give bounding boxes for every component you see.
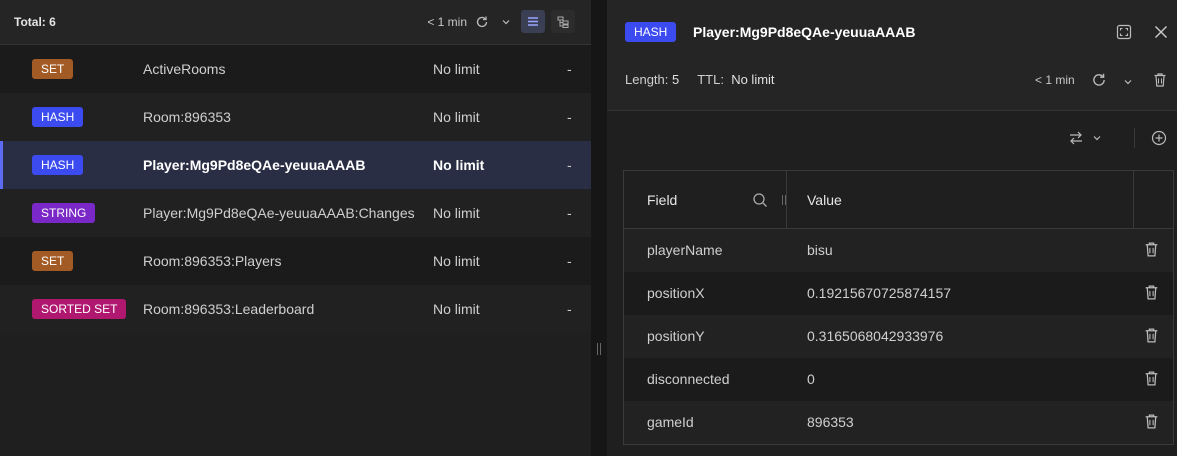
detail-refresh-label: < 1 min <box>1035 73 1075 87</box>
field-cell: disconnected <box>647 371 730 387</box>
key-type-badge: STRING <box>32 203 96 223</box>
key-name: Room:896353:Leaderboard <box>143 301 315 317</box>
table-row[interactable]: playerName bisu <box>624 229 1173 272</box>
key-type-badge: HASH <box>32 107 84 127</box>
add-icon[interactable] <box>1150 129 1168 147</box>
key-details-header: HASH Player:Mg9Pd8eQAe-yeuuaAAAB Length:… <box>607 0 1177 111</box>
table-row[interactable]: positionX 0.19215670725874157 <box>624 272 1173 315</box>
total-count: Total: 6 <box>14 15 56 29</box>
value-cell[interactable]: 0 <box>807 371 815 387</box>
field-cell: playerName <box>647 242 723 258</box>
hash-fields-table: Field Value playerName bisu positionX 0.… <box>623 170 1174 445</box>
swap-icon[interactable] <box>1067 129 1085 147</box>
ttl-value[interactable]: No limit <box>731 72 774 87</box>
key-type-badge: SET <box>32 251 74 271</box>
refresh-icon[interactable] <box>473 13 491 31</box>
list-view-button[interactable] <box>521 10 545 33</box>
key-size: - <box>567 205 572 221</box>
key-name: Player:Mg9Pd8eQAe-yeuuaAAAB <box>143 157 366 173</box>
key-name: Player:Mg9Pd8eQAe-yeuuaAAAB:Changes <box>143 205 415 221</box>
last-refresh-label: < 1 min <box>427 14 467 29</box>
chevron-down-icon[interactable] <box>1119 73 1137 91</box>
delete-icon[interactable] <box>1144 241 1159 261</box>
search-icon[interactable] <box>751 191 769 209</box>
key-ttl: No limit <box>433 157 485 173</box>
key-ttl: No limit <box>433 301 480 317</box>
refresh-icon[interactable] <box>1090 71 1108 89</box>
field-cell: gameId <box>647 414 694 430</box>
chevron-down-icon[interactable] <box>1088 129 1106 147</box>
key-row[interactable]: STRING Player:Mg9Pd8eQAe-yeuuaAAAB:Chang… <box>0 189 591 237</box>
key-size: - <box>567 109 572 125</box>
field-cell: positionX <box>647 285 705 301</box>
key-size: - <box>567 301 572 317</box>
key-name: ActiveRooms <box>143 61 226 77</box>
delete-icon[interactable] <box>1144 284 1159 304</box>
delete-key-icon[interactable] <box>1151 71 1169 89</box>
key-ttl: No limit <box>433 61 480 77</box>
key-ttl: No limit <box>433 205 480 221</box>
keys-list-panel: Total: 6 < 1 min SET ActiveRooms No limi… <box>0 0 591 456</box>
detail-key-name[interactable]: Player:Mg9Pd8eQAe-yeuuaAAAB <box>693 24 916 40</box>
value-cell[interactable]: 0.3165068042933976 <box>807 328 943 344</box>
value-cell[interactable]: 896353 <box>807 414 854 430</box>
field-column-header: Field <box>647 192 678 208</box>
hash-toolbar <box>607 111 1177 170</box>
key-meta: Length: 5 TTL: No limit <box>625 72 775 87</box>
list-view-icon <box>528 17 538 26</box>
length-value: 5 <box>672 72 680 87</box>
value-cell[interactable]: 0.19215670725874157 <box>807 285 951 301</box>
tree-view-icon <box>557 16 569 28</box>
table-row[interactable]: gameId 896353 <box>624 401 1173 444</box>
list-header-controls: < 1 min <box>427 10 575 33</box>
key-row[interactable]: SORTED SET Room:896353:Leaderboard No li… <box>0 285 591 333</box>
key-row-selected[interactable]: HASH Player:Mg9Pd8eQAe-yeuuaAAAB No limi… <box>0 141 591 189</box>
key-ttl: No limit <box>433 253 480 269</box>
key-size: - <box>567 157 572 173</box>
key-row[interactable]: SET ActiveRooms No limit - <box>0 45 591 93</box>
key-size: - <box>567 253 572 269</box>
panel-resizer[interactable] <box>591 0 607 456</box>
close-icon[interactable] <box>1152 23 1170 41</box>
fullscreen-icon[interactable] <box>1115 23 1133 41</box>
value-column-header: Value <box>807 192 842 208</box>
table-row[interactable]: positionY 0.3165068042933976 <box>624 315 1173 358</box>
key-ttl: No limit <box>433 109 480 125</box>
chevron-down-icon[interactable] <box>497 13 515 31</box>
field-cell: positionY <box>647 328 705 344</box>
delete-icon[interactable] <box>1144 413 1159 433</box>
resize-grip-icon[interactable] <box>597 343 601 355</box>
key-type-badge: SORTED SET <box>32 299 127 319</box>
keys-list-header: Total: 6 < 1 min <box>0 0 591 45</box>
key-details-panel: HASH Player:Mg9Pd8eQAe-yeuuaAAAB Length:… <box>607 0 1177 456</box>
delete-icon[interactable] <box>1144 327 1159 347</box>
table-row[interactable]: disconnected 0 <box>624 358 1173 401</box>
length-label: Length: <box>625 72 669 87</box>
key-name: Room:896353:Players <box>143 253 282 269</box>
delete-icon[interactable] <box>1144 370 1159 390</box>
key-type-badge: HASH <box>32 155 84 175</box>
key-size: - <box>567 61 572 77</box>
toolbar-divider <box>1134 128 1135 148</box>
ttl-label: TTL: <box>697 72 724 87</box>
table-header: Field Value <box>624 171 1173 229</box>
tree-view-button[interactable] <box>551 10 575 33</box>
key-name: Room:896353 <box>143 109 231 125</box>
detail-type-badge: HASH <box>625 22 677 42</box>
key-row[interactable]: SET Room:896353:Players No limit - <box>0 237 591 285</box>
key-type-badge: SET <box>32 59 74 79</box>
value-cell[interactable]: bisu <box>807 242 833 258</box>
key-row[interactable]: HASH Room:896353 No limit - <box>0 93 591 141</box>
